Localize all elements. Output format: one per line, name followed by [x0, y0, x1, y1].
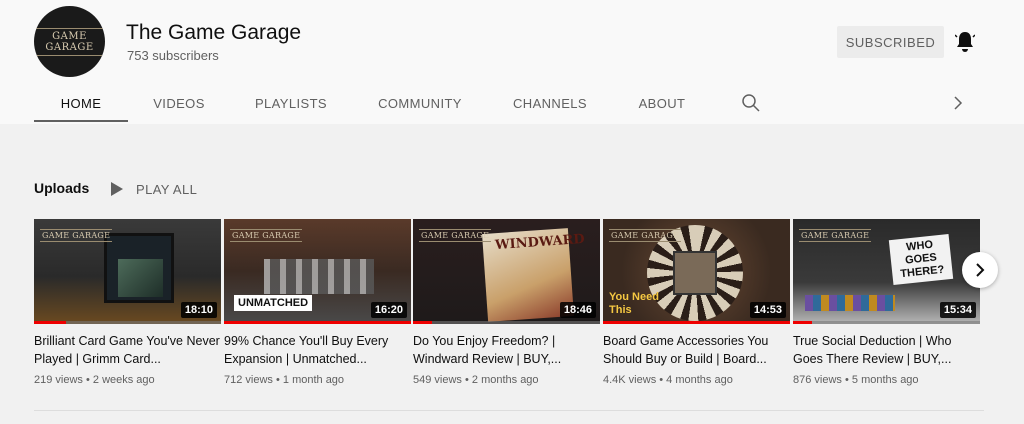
- search-icon[interactable]: [741, 93, 761, 113]
- tab-channels[interactable]: CHANNELS: [503, 84, 597, 122]
- video-card[interactable]: WINDWARD GAME GARAGE 18:46 Do You Enjoy …: [413, 219, 600, 386]
- video-title[interactable]: Board Game Accessories You Should Buy or…: [603, 332, 790, 368]
- video-age: 1 month ago: [282, 374, 345, 386]
- video-age: 5 months ago: [851, 374, 919, 386]
- video-thumbnail[interactable]: GAME GARAGE 18:10: [34, 219, 221, 324]
- video-title[interactable]: 99% Chance You'll Buy Every Expansion | …: [224, 332, 411, 368]
- chevron-right-icon: [976, 263, 985, 277]
- video-duration: 14:53: [749, 302, 786, 318]
- video-card[interactable]: You Need This GAME GARAGE 14:53 Board Ga…: [603, 219, 790, 386]
- video-meta: 219 views • 2 weeks ago: [34, 374, 155, 386]
- watch-progress: [224, 321, 411, 324]
- video-views: 876 views: [793, 374, 842, 386]
- video-duration: 18:46: [559, 302, 596, 318]
- thumbnail-logo: GAME GARAGE: [799, 229, 872, 242]
- tab-about[interactable]: ABOUT: [628, 84, 696, 122]
- subscriber-count: 753 subscribers: [127, 48, 219, 63]
- tab-community[interactable]: COMMUNITY: [366, 84, 474, 122]
- video-title[interactable]: Brilliant Card Game You've Never Played …: [34, 332, 221, 368]
- play-all-label: PLAY ALL: [136, 181, 198, 197]
- thumbnail-logo: GAME GARAGE: [230, 229, 303, 242]
- video-age: 4 months ago: [666, 374, 733, 386]
- video-thumbnail[interactable]: You Need This GAME GARAGE 14:53: [603, 219, 790, 324]
- video-views: 219 views: [34, 374, 83, 386]
- tab-playlists[interactable]: PLAYLISTS: [244, 84, 338, 122]
- shelf-next-button[interactable]: [962, 252, 998, 288]
- video-meta: 549 views • 2 months ago: [413, 374, 539, 386]
- channel-header: GAME GARAGE The Game Garage 753 subscrib…: [0, 0, 1024, 124]
- play-all-button[interactable]: PLAY ALL: [111, 180, 197, 198]
- video-title[interactable]: Do You Enjoy Freedom? | Windward Review …: [413, 332, 600, 368]
- shelf-title[interactable]: Uploads: [34, 180, 89, 196]
- watch-progress: [603, 321, 790, 324]
- channel-avatar[interactable]: GAME GARAGE: [34, 6, 105, 77]
- play-icon: [111, 182, 123, 196]
- thumbnail-logo: GAME GARAGE: [609, 229, 682, 242]
- video-age: 2 months ago: [471, 374, 539, 386]
- video-thumbnail[interactable]: WINDWARD GAME GARAGE 18:46: [413, 219, 600, 324]
- video-card[interactable]: WHO GOES THERE? GAME GARAGE 15:34 True S…: [793, 219, 980, 386]
- video-meta: 712 views • 1 month ago: [224, 374, 345, 386]
- video-age: 2 weeks ago: [92, 374, 155, 386]
- active-tab-indicator: [34, 120, 128, 122]
- video-card[interactable]: GAME GARAGE 18:10 Brilliant Card Game Yo…: [34, 219, 221, 386]
- video-title[interactable]: True Social Deduction | Who Goes There R…: [793, 332, 980, 368]
- tab-videos[interactable]: VIDEOS: [140, 84, 218, 122]
- watch-progress-track: [793, 321, 980, 324]
- video-duration: 16:20: [370, 302, 407, 318]
- video-duration: 18:10: [180, 302, 217, 318]
- watch-progress: [34, 321, 66, 324]
- chevron-right-icon[interactable]: [951, 93, 965, 113]
- thumbnail-logo: GAME GARAGE: [40, 229, 113, 242]
- video-card[interactable]: UNMATCHED GAME GARAGE 16:20 99% Chance Y…: [224, 219, 411, 386]
- video-thumbnail[interactable]: WHO GOES THERE? GAME GARAGE 15:34: [793, 219, 980, 324]
- tab-home[interactable]: HOME: [34, 84, 128, 122]
- channel-title: The Game Garage: [126, 21, 302, 44]
- thumbnail-caption: WHO GOES THERE?: [888, 233, 954, 286]
- video-meta: 876 views • 5 months ago: [793, 374, 919, 386]
- thumbnail-caption: You Need This: [609, 291, 659, 316]
- section-divider: [34, 410, 984, 411]
- video-thumbnail[interactable]: UNMATCHED GAME GARAGE 16:20: [224, 219, 411, 324]
- channel-tabs: HOME VIDEOS PLAYLISTS COMMUNITY CHANNELS…: [0, 84, 1024, 124]
- bell-icon[interactable]: [955, 31, 975, 53]
- watch-progress-track: [413, 321, 600, 324]
- video-duration: 15:34: [939, 302, 976, 318]
- video-views: 712 views: [224, 374, 273, 386]
- video-views: 549 views: [413, 374, 462, 386]
- video-meta: 4.4K views • 4 months ago: [603, 374, 733, 386]
- watch-progress: [413, 321, 432, 324]
- subscribed-button[interactable]: SUBSCRIBED: [837, 26, 944, 58]
- video-views: 4.4K views: [603, 374, 657, 386]
- watch-progress: [793, 321, 812, 324]
- avatar-logo-text: GAME GARAGE: [34, 27, 105, 56]
- thumbnail-caption: UNMATCHED: [234, 295, 313, 311]
- thumbnail-logo: GAME GARAGE: [419, 229, 492, 242]
